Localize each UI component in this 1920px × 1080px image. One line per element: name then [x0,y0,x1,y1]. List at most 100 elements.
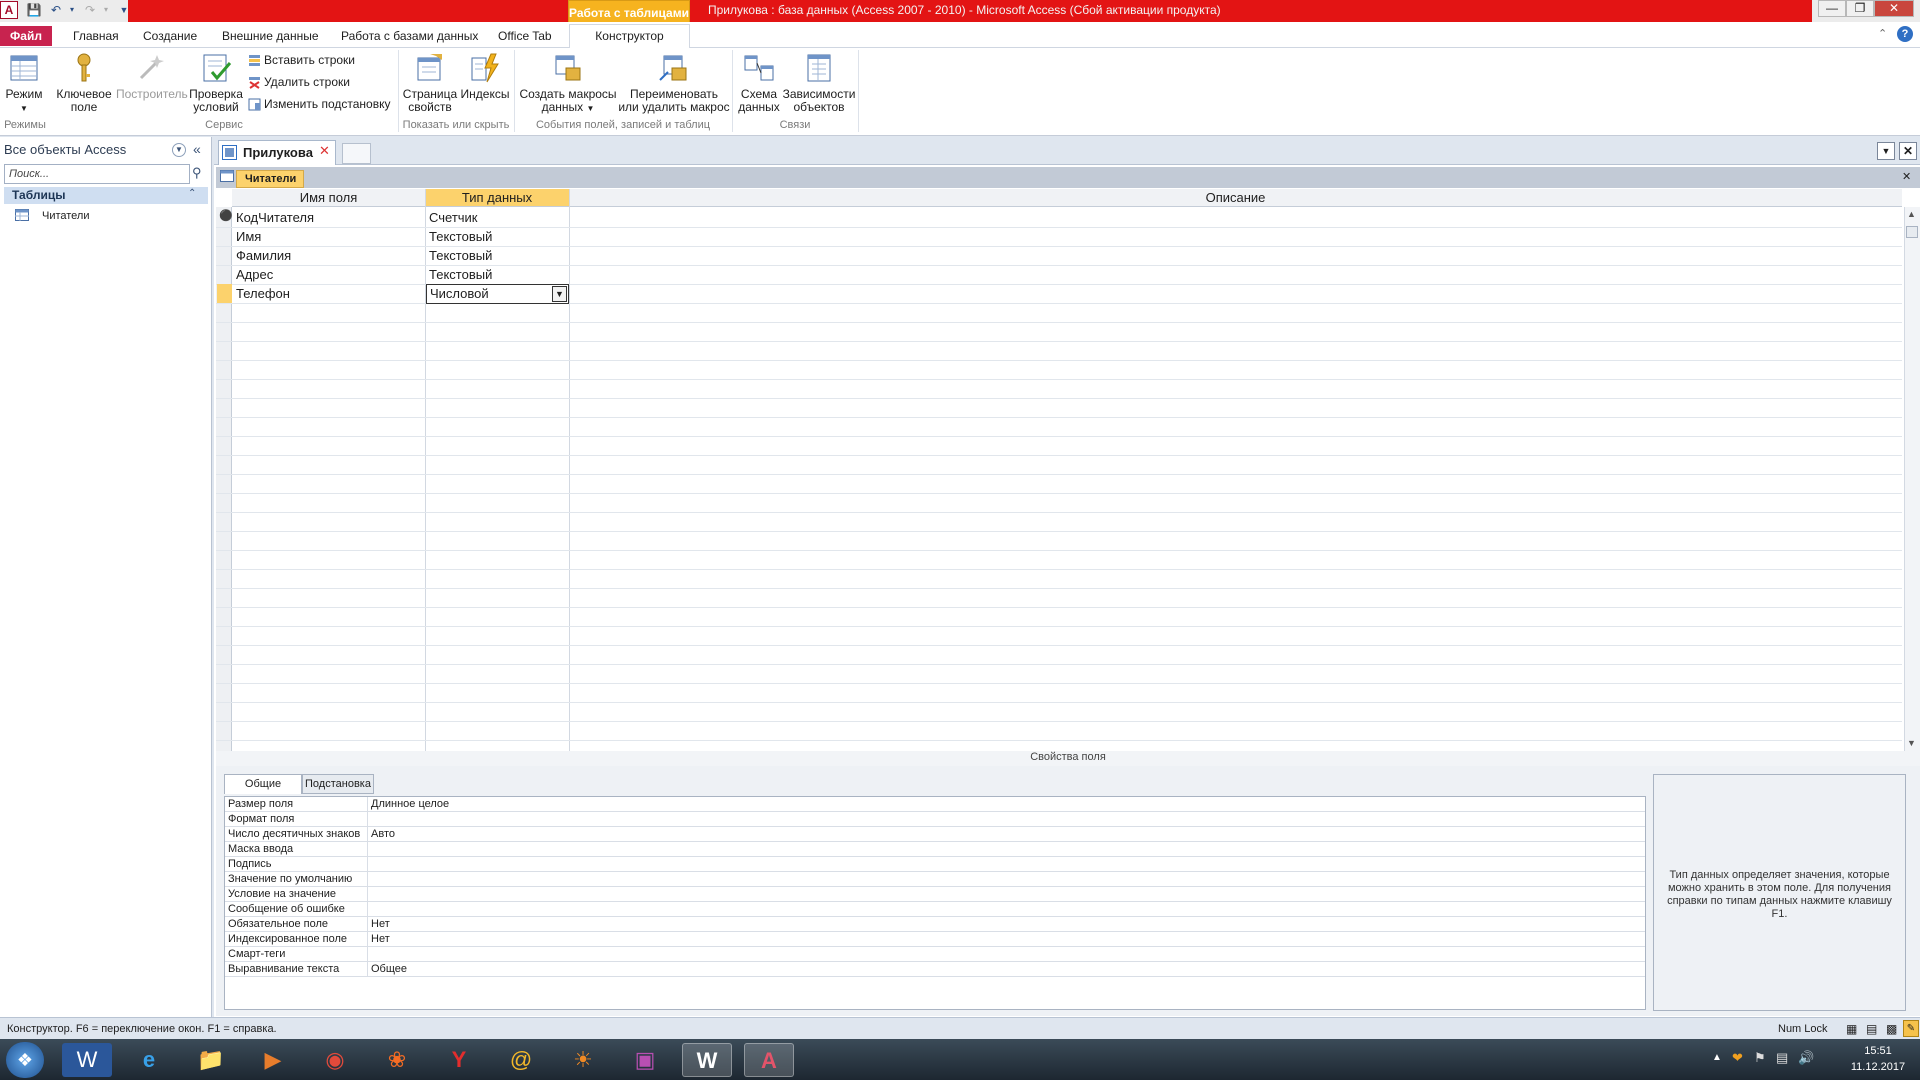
action-center-flag-icon[interactable]: ⚑ [1754,1050,1766,1066]
property-row[interactable]: Условие на значение [225,887,1645,902]
yandex-taskbar-icon[interactable]: Y [434,1043,484,1077]
create-data-macros-button[interactable]: Создать макросы данных ▼ [518,52,618,115]
search-icon[interactable]: ⚲ [192,165,202,181]
check-conditions-button[interactable]: Проверка условий [188,52,244,114]
description-cell[interactable] [570,265,1902,284]
tab-home[interactable]: Главная [64,25,128,47]
property-row[interactable]: Обязательное поле Нет [225,917,1645,932]
redo-dropdown-icon[interactable]: ▾ [98,2,114,18]
nav-category-tables[interactable]: Таблицы [4,187,208,204]
save-icon[interactable]: 💾 [26,2,42,18]
property-row[interactable]: Сообщение об ошибке [225,902,1645,917]
undo-dropdown-icon[interactable]: ▾ [64,2,80,18]
property-row[interactable]: Маска ввода [225,842,1645,857]
minimize-ribbon-icon[interactable]: ⌃ [1878,27,1887,40]
description-cell[interactable] [570,284,1902,303]
field-name-cell[interactable]: Фамилия [233,246,423,265]
property-value[interactable] [368,872,1645,886]
firefox-taskbar-icon[interactable]: ☀ [558,1043,608,1077]
tab-database-tools[interactable]: Работа с базами данных [332,25,487,47]
rename-delete-macro-button[interactable]: Переименовать или удалить макрос [618,52,730,114]
property-row[interactable]: Формат поля [225,812,1645,827]
system-clock[interactable]: 15:51 11.12.2017 [1838,1043,1918,1075]
tab-office-tab[interactable]: Office Tab [489,25,561,47]
ie-taskbar-icon[interactable]: e [124,1043,174,1077]
media-app-taskbar-icon[interactable]: ❀ [372,1043,422,1077]
property-row[interactable]: Значение по умолчанию [225,872,1645,887]
delete-rows-button[interactable]: Удалить строки [248,74,350,90]
close-document-tab-icon[interactable]: ✕ [319,143,330,159]
mail-agent-taskbar-icon[interactable]: @ [496,1043,546,1077]
explorer-taskbar-icon[interactable]: 📁 [186,1043,236,1077]
collapse-category-icon[interactable]: ⌃ [188,188,196,199]
undo-icon[interactable]: ↶ [48,2,64,18]
data-type-dropdown-icon[interactable]: ▼ [552,286,567,302]
property-value[interactable] [368,947,1645,961]
tab-list-dropdown-icon[interactable]: ▼ [1877,142,1895,160]
property-row[interactable]: Подпись [225,857,1645,872]
data-type-cell[interactable]: Текстовый [426,227,568,246]
pivottable-view-icon[interactable]: ▤ [1866,1018,1877,1040]
volume-icon[interactable]: 🔊 [1798,1050,1814,1066]
mode-button[interactable]: Режим ▼ [2,52,46,115]
field-name-cell[interactable]: Имя [233,227,423,246]
winrar-taskbar-icon[interactable]: ▣ [620,1043,670,1077]
description-cell[interactable] [570,246,1902,265]
data-type-cell[interactable]: Счетчик [426,208,568,227]
word-taskbar-icon[interactable]: W [62,1043,112,1077]
access-app-icon[interactable]: A [0,1,18,19]
close-window-button[interactable]: ✕ [1874,0,1914,17]
property-row[interactable]: Размер поля Длинное целое [225,797,1645,812]
scroll-down-icon[interactable]: ▼ [1907,738,1916,748]
indexes-button[interactable]: Индексы [460,52,510,101]
pivotchart-view-icon[interactable]: ▩ [1886,1018,1897,1040]
nav-menu-dropdown-icon[interactable]: ▼ [172,143,186,157]
property-value[interactable]: Нет [368,932,1645,946]
close-document-icon[interactable]: ✕ [1899,142,1917,160]
object-dependencies-button[interactable]: Зависимости объектов [782,52,856,114]
insert-rows-button[interactable]: Вставить строки [248,52,355,68]
chrome-taskbar-icon[interactable]: ◉ [310,1043,360,1077]
tab-create[interactable]: Создание [134,25,206,47]
property-row[interactable]: Выравнивание текста Общее [225,962,1645,977]
property-value[interactable] [368,902,1645,916]
property-value[interactable] [368,812,1645,826]
property-value[interactable] [368,857,1645,871]
property-sheet-button[interactable]: Страница свойств [402,52,458,114]
field-name-cell[interactable]: Телефон [233,284,423,303]
tab-general[interactable]: Общие [224,774,302,794]
property-value[interactable] [368,887,1645,901]
property-value[interactable]: Длинное целое [368,797,1645,811]
data-type-combo[interactable]: Числовой [426,284,569,304]
maximize-button[interactable]: ❐ [1846,0,1874,17]
datasheet-view-icon[interactable]: ▦ [1846,1018,1857,1040]
property-value[interactable] [368,842,1645,856]
show-hidden-icons-icon[interactable]: ▲ [1712,1052,1722,1063]
redo-icon[interactable]: ↷ [82,2,98,18]
start-button[interactable]: ❖ [6,1042,44,1078]
network-icon[interactable]: ▤ [1776,1050,1788,1066]
tab-external-data[interactable]: Внешние данные [213,25,328,47]
description-cell[interactable] [570,208,1902,227]
access-active-taskbar-icon[interactable]: A [744,1043,794,1077]
data-type-cell[interactable]: Текстовый [426,265,568,284]
modify-lookup-button[interactable]: Изменить подстановку [248,96,390,112]
property-value[interactable]: Общее [368,962,1645,976]
property-value[interactable]: Нет [368,917,1645,931]
relationships-button[interactable]: Схема данных [736,52,782,114]
close-object-icon[interactable]: ✕ [1902,170,1911,183]
nav-search-input[interactable]: Поиск... [4,164,190,184]
word-active-taskbar-icon[interactable]: W [682,1043,732,1077]
media-player-taskbar-icon[interactable]: ▶ [248,1043,298,1077]
tab-file[interactable]: Файл [0,26,52,46]
nav-item-readers-table[interactable]: Читатели [4,207,208,225]
collapse-nav-icon[interactable]: « [193,141,201,157]
tab-lookup[interactable]: Подстановка [302,774,374,794]
design-view-icon[interactable]: ✎ [1903,1020,1919,1037]
tab-designer[interactable]: Конструктор [569,24,690,48]
builder-button[interactable]: Построитель [116,52,188,101]
help-icon[interactable]: ? [1897,26,1913,42]
data-type-cell[interactable]: Текстовый [426,246,568,265]
property-row[interactable]: Смарт-теги [225,947,1645,962]
grid-vertical-scrollbar[interactable] [1904,207,1920,751]
